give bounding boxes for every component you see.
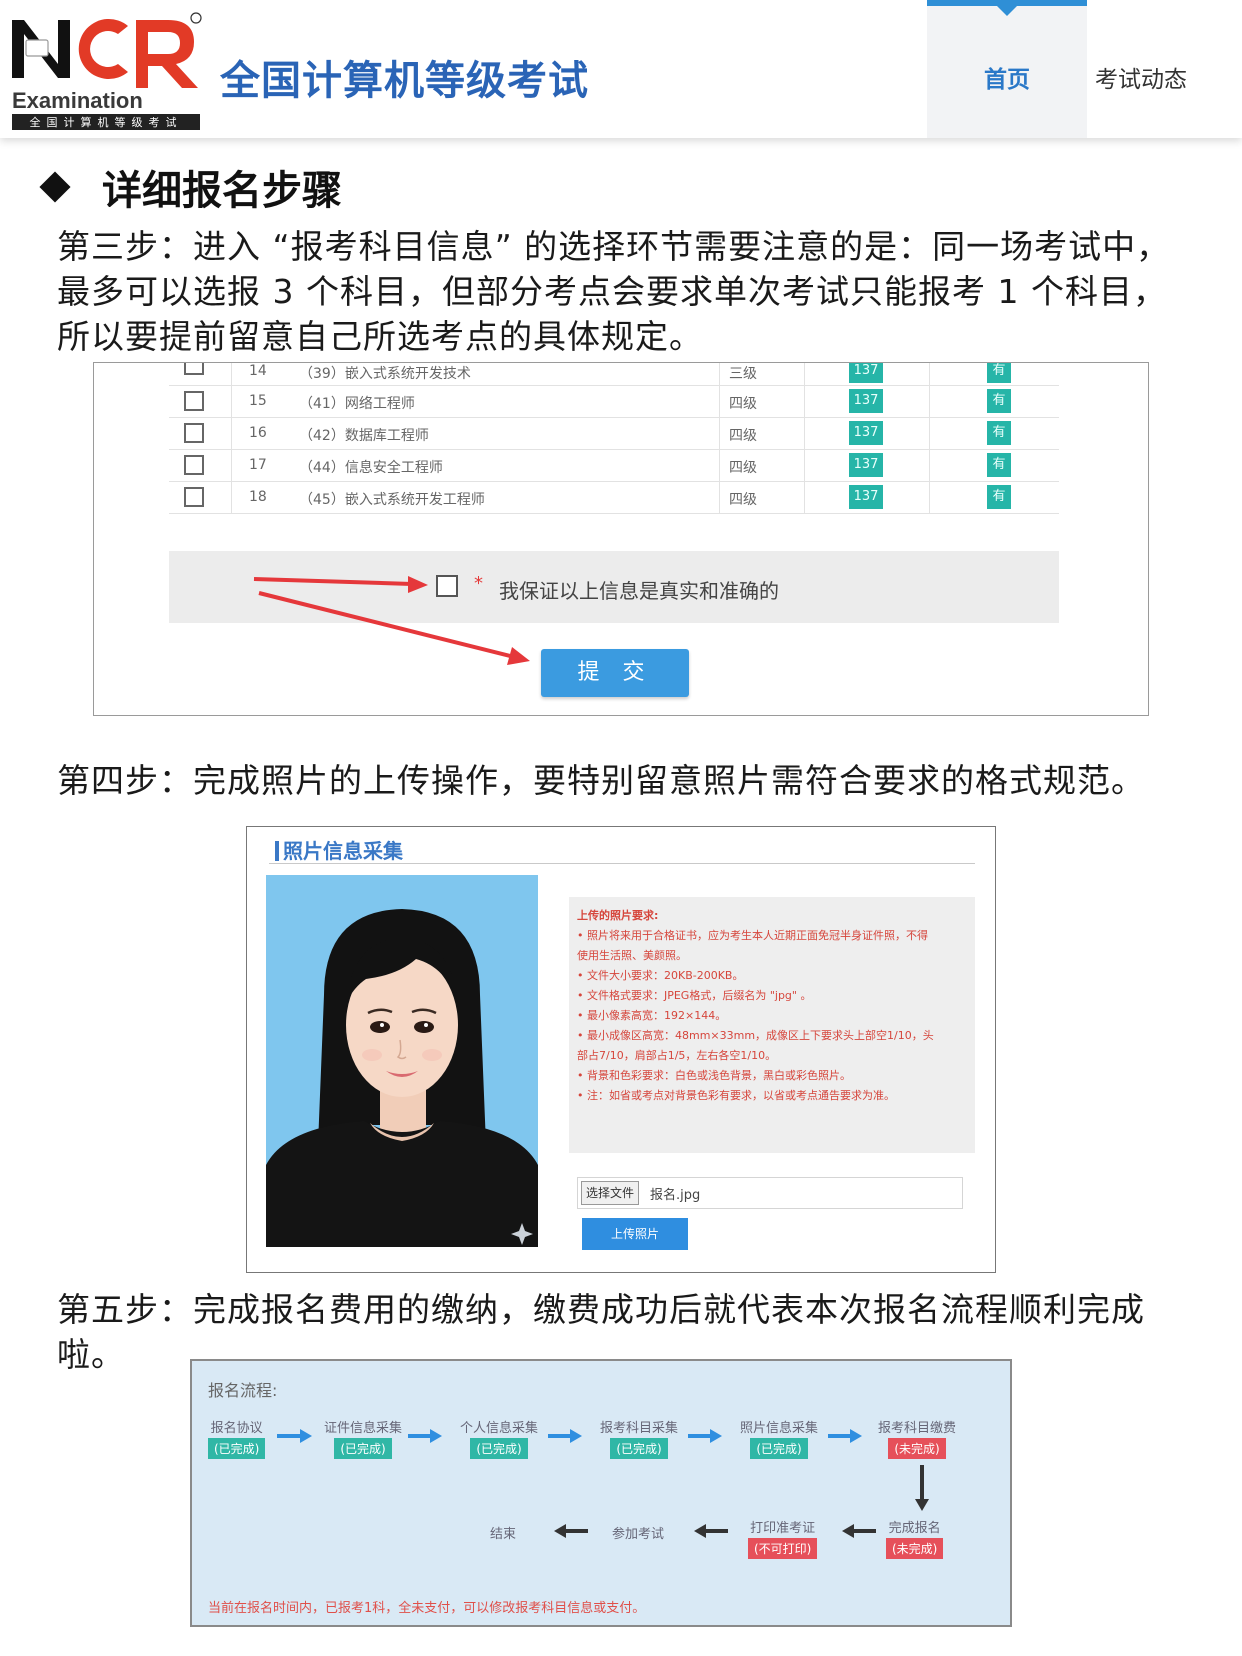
requirement-line: • 背景和色彩要求：白色或浅色背景，黑白或彩色照片。 [577,1069,851,1082]
status-badge: (已完成) [208,1438,266,1459]
requirement-line: • 文件格式要求：JPEG格式，后缀名为 "jpg" 。 [577,989,812,1002]
flow-step-personal-info: 个人信息采集 (已完成) [460,1417,538,1459]
svg-text:Examination: Examination [12,88,143,113]
photo-requirements-box: 上传的照片要求: • 照片将来用于合格证书，应为考生本人近期正面免冠半身证件照，… [569,897,975,1153]
flow-step-attend-exam: 参加考试 [612,1527,665,1542]
subject-selection-screenshot: 14 （39）嵌入式系统开发技术 三级 137 有 15 （41）网络工程师 四… [93,362,1149,716]
nav-tab-exam-news[interactable]: 考试动态 [1095,60,1187,94]
flow-step-end: 结束 [490,1527,517,1542]
upload-photo-button[interactable]: 上传照片 [582,1218,688,1250]
flow-step-id-info: 证件信息采集 (已完成) [324,1417,402,1459]
step4-text: 第四步：完成照片的上传操作，要特别留意照片需符合要求的格式规范。 [57,761,1145,800]
requirement-line: 部占7/10，肩部占1/5，左右各空1/10。 [577,1049,777,1062]
choose-file-button[interactable]: 选择文件 [581,1181,640,1205]
flow-step-subject: 报考科目采集 (已完成) [600,1417,678,1459]
flow-step-print-ticket: 打印准考证 (不可打印) [748,1517,818,1559]
requirement-line: • 最小成像区高宽：48mm×33mm，成像区上下要求头上部空1/10，头 [577,1029,934,1042]
selected-file-name: 报名.jpg [650,1188,701,1203]
flow-step-agreement: 报名协议 (已完成) [208,1417,266,1459]
id-photo [266,875,538,1247]
flow-step-payment: 报考科目缴费 (未完成) [878,1417,956,1459]
svg-text:全国计算机等级考试: 全国计算机等级考试 [30,115,183,129]
registration-flow-screenshot: 报名流程: 报名协议 (已完成) 证件信息采集 (已完成) 个人信息采集 (已完… [190,1359,1012,1627]
site-title: 全国计算机等级考试 [220,58,589,104]
submit-button[interactable]: 提 交 [541,649,689,697]
active-tab-notch [997,6,1017,16]
flow-step-photo: 照片信息采集 (已完成) [740,1417,818,1459]
requirement-line: • 最小像素高宽：192×144。 [577,1009,727,1022]
section-title: 详细报名步骤 [39,158,342,216]
flow-status-note: 当前在报名时间内，已报考1科，全未支付，可以修改报考科目信息或支付。 [208,1601,646,1616]
flow-arrows [277,1429,929,1538]
requirement-line: • 文件大小要求：20KB-200KB。 [577,969,744,982]
status-badge: (未完成) [886,1538,944,1559]
status-badge: (已完成) [470,1438,528,1459]
status-badge: (已完成) [610,1438,668,1459]
step3-text: 第三步：进入 “报考科目信息” 的选择环节需要注意的是：同一场考试中，最多可以选… [57,227,1171,356]
ncre-logo[interactable]: Examination 全国计算机等级考试 [8,8,206,134]
file-input[interactable]: 选择文件 报名.jpg [577,1177,963,1209]
requirement-line: • 注：如省或考点对背景色彩有要求，以省或考点通告要求为准。 [577,1089,895,1102]
status-badge: (不可打印) [748,1538,818,1559]
status-badge: (已完成) [750,1438,808,1459]
photo-panel-title: 照片信息采集 [275,835,403,864]
requirement-line: • 照片将来用于合格证书，应为考生本人近期正面免冠半身证件照，不得 [577,929,928,942]
section-title-text: 详细报名步骤 [102,168,342,214]
photo-upload-screenshot: 照片信息采集 上传的照片要求: • 照片将来用于合格证书，应为考生本人近期正面免… [246,826,996,1273]
status-badge: (未完成) [888,1438,946,1459]
nav-tab-home[interactable]: 首页 [927,0,1087,138]
requirement-line: 使用生活照、美颜照。 [577,949,687,962]
diamond-bullet-icon [39,171,71,203]
requirements-title: 上传的照片要求: [577,909,659,922]
site-header: Examination 全国计算机等级考试 全国计算机等级考试 首页 考试动态 [0,0,1242,138]
flow-step-complete: 完成报名 (未完成) [886,1517,944,1559]
status-badge: (已完成) [334,1438,392,1459]
nav-tab-home-label: 首页 [984,67,1030,93]
